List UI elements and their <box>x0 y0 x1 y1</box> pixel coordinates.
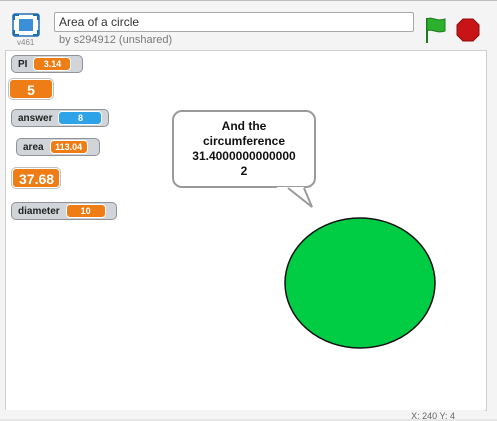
scratch-player: v461 Area of a circle by s294912 (unshar… <box>0 0 497 421</box>
project-byline: by s294912 (unshared) <box>59 34 173 46</box>
monitor-label: diameter <box>18 205 60 217</box>
monitor-answer: answer 8 <box>11 109 109 127</box>
project-title-input[interactable]: Area of a circle <box>54 12 414 32</box>
monitor-diameter: diameter 10 <box>11 202 117 220</box>
monitor-value: 113.04 <box>49 140 88 154</box>
monitor-label: answer <box>18 112 53 124</box>
monitor-value: 10 <box>65 204 106 218</box>
monitor-value: 8 <box>58 111 103 125</box>
monitor-label: PI <box>18 58 28 70</box>
version-label: v461 <box>17 38 35 47</box>
speech-bubble-text: And the circumference 31.4000000000000 2 <box>192 119 296 178</box>
monitor-label: area <box>23 141 44 153</box>
player-topbar: v461 Area of a circle by s294912 (unshar… <box>0 1 497 49</box>
fullscreen-icon[interactable] <box>12 13 40 37</box>
green-flag-icon[interactable] <box>424 16 448 44</box>
mouse-coordinates: X: 240 Y: 4 <box>411 411 455 421</box>
green-circle-sprite[interactable] <box>283 216 437 350</box>
large-readout-radius: 5 <box>9 79 53 99</box>
stage[interactable]: PI 3.14 5 answer 8 area 113.04 37.68 dia… <box>5 50 487 411</box>
monitor-area: area 113.04 <box>16 138 100 156</box>
monitor-pi: PI 3.14 <box>11 55 83 73</box>
stop-sign-icon[interactable] <box>456 18 480 42</box>
monitor-value: 3.14 <box>33 57 72 71</box>
speech-bubble: And the circumference 31.4000000000000 2 <box>172 110 316 188</box>
large-readout-value: 37.68 <box>12 168 60 188</box>
speech-bubble-tail <box>276 187 313 208</box>
